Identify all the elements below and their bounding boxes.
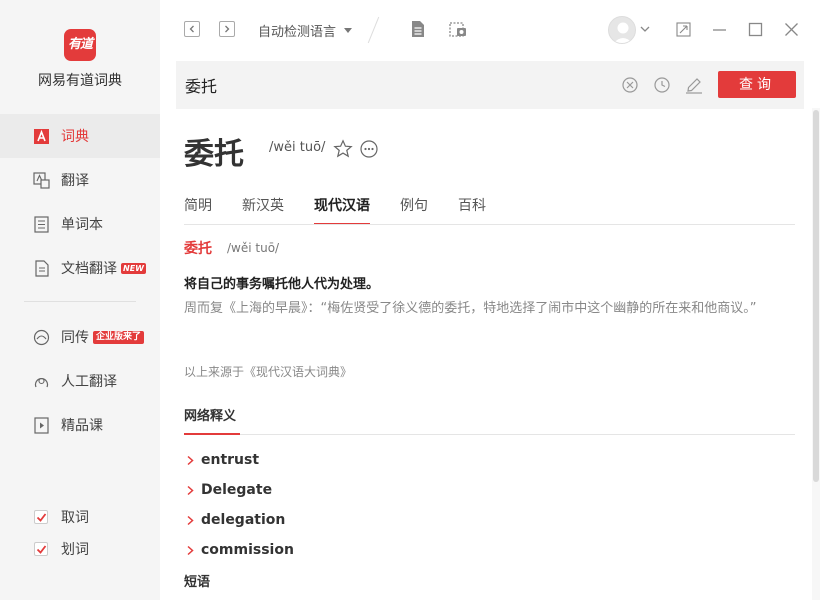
- sidebar-item-label: 文档翻译: [61, 261, 117, 277]
- search-input[interactable]: [185, 72, 565, 98]
- sidebar-item-simultaneous[interactable]: 同传 企业版来了: [0, 315, 160, 359]
- chevron-right-icon: [187, 515, 194, 525]
- screenshot-translate-button[interactable]: [448, 19, 468, 39]
- back-button[interactable]: [184, 21, 200, 37]
- close-button[interactable]: [782, 20, 800, 38]
- human-translate-icon: [33, 373, 50, 390]
- enterprise-badge: 企业版来了: [93, 330, 145, 344]
- sidebar-item-doc-translate[interactable]: 文档翻译 NEW: [0, 246, 160, 290]
- tab-examples[interactable]: 例句: [400, 195, 428, 223]
- caret-down-icon: [344, 28, 353, 33]
- tab-concise[interactable]: 简明: [184, 195, 212, 223]
- word-phonetic: /wěi tuō/: [269, 140, 326, 155]
- mini-mode-button[interactable]: [674, 20, 692, 38]
- clear-search-button[interactable]: [620, 75, 640, 95]
- language-select[interactable]: 自动检测语言: [258, 21, 353, 40]
- sidebar-item-wordbook[interactable]: 单词本: [0, 202, 160, 246]
- network-item[interactable]: commission: [186, 542, 294, 558]
- simultaneous-icon: [33, 329, 50, 346]
- maximize-icon: [748, 22, 762, 36]
- network-title-underline: [184, 433, 240, 435]
- checkbox-label: 取词: [61, 510, 89, 526]
- document-icon: [33, 259, 50, 277]
- chevron-right-icon: [187, 455, 194, 465]
- capture-word-toggle[interactable]: 取词: [34, 507, 89, 527]
- more-icon[interactable]: [359, 139, 379, 159]
- sidebar: 有道 网易有道词典 词典 翻译 单词本 文档翻译 NEW 同传 企业版来了 人工…: [0, 0, 160, 600]
- network-item-label: delegation: [201, 512, 286, 528]
- star-icon[interactable]: [333, 139, 353, 159]
- network-divider: [184, 434, 795, 435]
- clock-icon: [654, 77, 670, 93]
- sidebar-item-label: 翻译: [61, 173, 89, 189]
- chevron-right-icon: [225, 25, 230, 33]
- source-note: 以上来源于《现代汉语大词典》: [184, 365, 353, 379]
- chevron-right-icon: [187, 485, 194, 495]
- network-item[interactable]: Delegate: [186, 482, 272, 498]
- sidebar-item-course[interactable]: 精品课: [0, 403, 160, 447]
- example-text: 周而复《上海的早晨》：“梅佐贤受了徐义德的委托，特地选择了闹市中这个幽静的所在来…: [184, 301, 757, 316]
- definition-text: 将自己的事务嘱托他人代为处理。: [184, 277, 380, 292]
- screenshot-icon: [449, 22, 466, 37]
- query-button[interactable]: 查询: [718, 71, 796, 98]
- translate-icon: [33, 171, 50, 189]
- checkbox-label: 划词: [61, 542, 89, 558]
- minimize-button[interactable]: [710, 20, 728, 38]
- clear-icon: [622, 77, 638, 93]
- toolbar-divider: [367, 16, 380, 44]
- sidebar-divider: [24, 301, 136, 302]
- app-name: 网易有道词典: [38, 73, 122, 89]
- handwriting-button[interactable]: [684, 75, 704, 95]
- file-icon: [412, 21, 424, 37]
- sidebar-item-label: 词典: [61, 129, 89, 145]
- sidebar-item-label: 同传: [61, 330, 89, 346]
- user-avatar[interactable]: [608, 16, 636, 44]
- tab-modern-chinese[interactable]: 现代汉语: [314, 195, 370, 225]
- network-item-label: entrust: [201, 452, 260, 468]
- tab-new-chinese-english[interactable]: 新汉英: [242, 195, 284, 223]
- wordbook-icon: [33, 215, 50, 233]
- language-select-value: 自动检测语言: [258, 25, 337, 40]
- sidebar-item-human-translate[interactable]: 人工翻译: [0, 359, 160, 403]
- tab-encyclopedia[interactable]: 百科: [458, 195, 486, 223]
- history-button[interactable]: [652, 75, 672, 95]
- sidebar-item-label: 精品课: [61, 418, 103, 434]
- forward-button[interactable]: [219, 21, 235, 37]
- chevron-down-icon[interactable]: [640, 25, 650, 33]
- sidebar-item-dictionary[interactable]: 词典: [0, 114, 160, 158]
- network-item[interactable]: entrust: [186, 452, 259, 468]
- maximize-button[interactable]: [746, 20, 764, 38]
- chevron-right-icon: [187, 545, 194, 555]
- entry-phonetic: /wěi tuō/: [227, 241, 280, 255]
- pen-icon: [686, 78, 702, 94]
- word-title: 委托: [184, 137, 244, 172]
- network-definitions-title: 网络释义: [184, 409, 237, 424]
- course-icon: [33, 416, 50, 434]
- sidebar-item-label: 单词本: [61, 217, 103, 233]
- network-item[interactable]: delegation: [186, 512, 285, 528]
- network-item-label: Delegate: [201, 482, 273, 498]
- minimize-icon: [712, 28, 726, 31]
- dictionary-icon: [33, 128, 50, 145]
- shrink-icon: [675, 21, 691, 37]
- app-logo: 有道: [64, 29, 96, 61]
- user-icon: [613, 22, 633, 43]
- phrases-title: 短语: [184, 575, 211, 590]
- scrollbar-thumb[interactable]: [813, 110, 819, 482]
- tabs-divider: [184, 224, 795, 225]
- capture-word-checkbox[interactable]: [34, 510, 48, 524]
- network-item-label: commission: [201, 542, 294, 558]
- result-tabs: 简明 新汉英 现代汉语 例句 百科: [184, 195, 516, 225]
- new-badge: NEW: [121, 262, 146, 274]
- search-bar: 查询: [176, 61, 804, 109]
- chevron-left-icon: [189, 25, 194, 33]
- sidebar-item-label: 人工翻译: [61, 374, 117, 390]
- document-translate-button[interactable]: [408, 19, 428, 39]
- close-icon: [784, 22, 798, 36]
- sidebar-item-translate[interactable]: 翻译: [0, 158, 160, 202]
- entry-word: 委托: [184, 241, 212, 257]
- select-word-checkbox[interactable]: [34, 542, 48, 556]
- select-word-toggle[interactable]: 划词: [34, 539, 89, 559]
